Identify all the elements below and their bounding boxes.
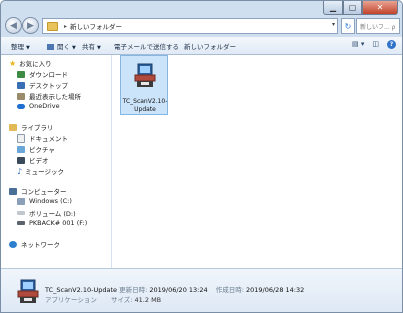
nav-label: ダウンロード xyxy=(29,71,68,79)
nav-item-music[interactable]: ♪ ミュージック xyxy=(17,166,64,177)
path-segment[interactable]: 新しいフォルダー xyxy=(70,21,122,31)
nav-label: ミュージック xyxy=(25,168,64,176)
details-name-row: TC_ScanV2.10-Update 更新日時: 2019/06/20 13:… xyxy=(45,284,304,294)
size-label: サイズ: xyxy=(110,296,133,304)
chevron-down-icon: ▼ xyxy=(72,45,76,51)
modified-value: 2019/06/20 13:24 xyxy=(149,286,208,294)
caption-buttons: ▁ ▢ ✕ xyxy=(323,1,398,15)
nav-label: コンピューター xyxy=(21,188,67,196)
music-icon: ♪ xyxy=(17,166,23,176)
share-button[interactable]: 共有 ▼ xyxy=(82,41,101,51)
windows-drive-icon xyxy=(17,197,25,205)
close-button[interactable]: ✕ xyxy=(362,1,398,15)
chevron-down-icon: ▼ xyxy=(26,45,30,51)
network-icon xyxy=(9,240,17,248)
drive-icon xyxy=(17,211,25,215)
document-icon xyxy=(17,133,25,143)
nav-item-libraries[interactable]: ライブラリ xyxy=(9,122,54,132)
nav-item-computer[interactable]: コンピューター xyxy=(9,186,67,196)
details-pane: TC_ScanV2.10-Update 更新日時: 2019/06/20 13:… xyxy=(1,268,402,312)
share-label: 共有 xyxy=(82,43,95,51)
nav-item-downloads[interactable]: ダウンロード xyxy=(17,69,68,79)
nav-label: デスクトップ xyxy=(29,82,68,90)
installer-icon xyxy=(17,279,39,303)
nav-label: ライブラリ xyxy=(21,124,54,132)
nav-label: PKBACK# 001 (F:) xyxy=(29,219,88,227)
desktop-icon xyxy=(17,81,25,89)
video-icon xyxy=(17,156,25,164)
file-name: TC_ScanV2.10- Update xyxy=(121,98,169,114)
computer-icon xyxy=(9,187,17,195)
recent-places-icon xyxy=(17,92,25,100)
nav-item-desktop[interactable]: デスクトップ xyxy=(17,80,68,90)
address-row: ◀ ▶ ▸ 新しいフォルダー ▾ ↻ 新しいフ... ρ xyxy=(1,15,402,37)
installer-icon xyxy=(134,63,156,87)
file-list: TC_ScanV2.10- Update xyxy=(112,55,402,268)
created-label: 作成日時: xyxy=(215,286,244,294)
cloud-icon xyxy=(17,103,25,109)
nav-item-drive-f[interactable]: PKBACK# 001 (F:) xyxy=(17,219,87,227)
open-button[interactable]: 開く ▼ xyxy=(47,41,76,51)
nav-item-favorites[interactable]: ★ お気に入り xyxy=(9,58,52,69)
created-value: 2019/06/28 14:32 xyxy=(245,286,305,294)
nav-item-drive-c[interactable]: Windows (C:) xyxy=(17,197,72,205)
address-bar[interactable]: ▸ 新しいフォルダー ▾ xyxy=(42,18,338,34)
nav-label: ピクチャ xyxy=(29,146,55,154)
preview-pane-icon[interactable]: ◫ xyxy=(372,40,379,49)
nav-label: ネットワーク xyxy=(21,241,60,249)
refresh-button[interactable]: ↻ xyxy=(341,18,355,34)
maximize-button[interactable]: ▢ xyxy=(343,1,362,15)
nav-item-recent[interactable]: 最近表示した場所 xyxy=(17,91,81,101)
nav-label: 最近表示した場所 xyxy=(29,93,81,101)
nav-label: ボリューム (D:) xyxy=(29,210,76,218)
nav-item-onedrive[interactable]: OneDrive xyxy=(17,102,60,110)
help-icon[interactable]: ? xyxy=(387,40,396,49)
nav-label: ビデオ xyxy=(29,157,49,165)
star-icon: ★ xyxy=(9,58,17,68)
organize-label: 整理 xyxy=(11,43,24,51)
view-controls: ▤ ▾ ◫ ? xyxy=(352,40,396,49)
file-item[interactable]: TC_ScanV2.10- Update xyxy=(120,55,168,115)
navigation-pane: ★ お気に入り ダウンロード デスクトップ 最近表示した場所 OneDrive ラ… xyxy=(1,55,112,268)
details-file-name: TC_ScanV2.10-Update xyxy=(45,286,117,294)
nav-label: Windows (C:) xyxy=(29,197,72,205)
download-icon xyxy=(17,70,25,78)
command-bar: 整理 ▼ 開く ▼ 共有 ▼ 電子メールで送信する 新しいフォルダー ▤ ▾ ◫ ? xyxy=(1,37,402,55)
open-label: 開く xyxy=(57,43,70,51)
new-folder-button[interactable]: 新しいフォルダー xyxy=(184,41,236,51)
explorer-window: ▁ ▢ ✕ ◀ ▶ ▸ 新しいフォルダー ▾ ↻ 新しいフ... ρ 整理 ▼ 開… xyxy=(0,0,403,313)
folder-icon xyxy=(47,21,58,31)
nav-label: ドキュメント xyxy=(29,135,68,143)
file-type: アプリケーション xyxy=(45,296,97,304)
nav-item-videos[interactable]: ビデオ xyxy=(17,155,49,165)
organize-button[interactable]: 整理 ▼ xyxy=(11,41,30,51)
nav-label: OneDrive xyxy=(29,102,60,110)
size-value: 41.2 MB xyxy=(134,296,162,304)
nav-item-documents[interactable]: ドキュメント xyxy=(17,133,68,143)
address-dropdown-icon[interactable]: ▾ xyxy=(332,21,335,28)
details-type-row: アプリケーション サイズ: 41.2 MB xyxy=(45,294,161,304)
modified-label: 更新日時: xyxy=(119,286,148,294)
file-name-line2: Update xyxy=(134,106,156,113)
libraries-icon xyxy=(9,123,17,131)
nav-item-pictures[interactable]: ピクチャ xyxy=(17,144,55,154)
search-input[interactable]: 新しいフ... ρ xyxy=(356,18,400,34)
view-options-icon[interactable]: ▤ ▾ xyxy=(352,40,364,49)
back-button[interactable]: ◀ xyxy=(5,17,22,34)
email-button[interactable]: 電子メールで送信する xyxy=(114,41,179,51)
forward-button[interactable]: ▶ xyxy=(22,17,39,34)
removable-drive-icon xyxy=(17,221,25,225)
minimize-button[interactable]: ▁ xyxy=(323,1,343,15)
chevron-down-icon: ▼ xyxy=(97,45,101,51)
file-name-line1: TC_ScanV2.10- xyxy=(122,98,168,105)
nav-label: お気に入り xyxy=(19,60,52,68)
nav-item-drive-d[interactable]: ボリューム (D:) xyxy=(17,208,76,218)
nav-item-network[interactable]: ネットワーク xyxy=(9,239,60,249)
path-separator: ▸ xyxy=(64,22,68,30)
pictures-icon xyxy=(17,145,25,153)
open-icon xyxy=(47,44,54,50)
